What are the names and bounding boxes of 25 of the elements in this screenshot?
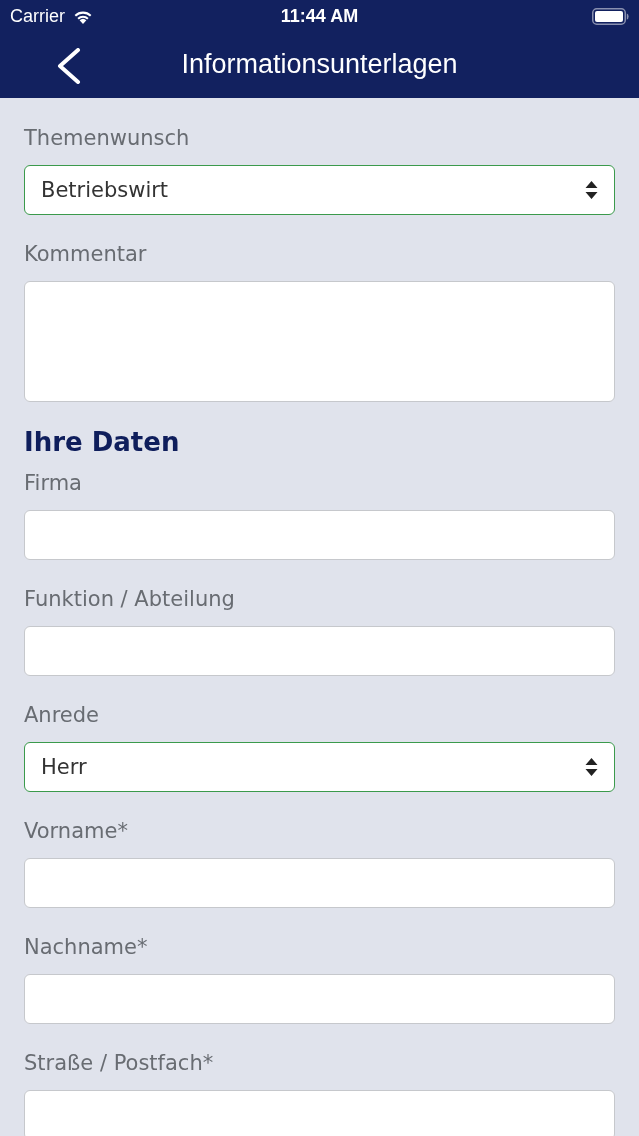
clock-time: 11:44 AM [280, 6, 359, 27]
input-field[interactable] [24, 974, 615, 1024]
input-field[interactable] [24, 510, 615, 560]
carrier-text: Carrier [10, 6, 65, 27]
page-title: Informationsunterlagen [181, 49, 458, 80]
up-down-arrows-icon [585, 757, 598, 777]
field-label: Straße / Postfach* [24, 1051, 214, 1075]
up-down-arrows-icon [585, 180, 598, 200]
field-label: Themenwunsch [24, 126, 190, 150]
field-label: Nachname* [24, 935, 148, 959]
comment-textarea[interactable] [24, 281, 615, 402]
input-field[interactable] [24, 626, 615, 676]
field-label: Anrede [24, 703, 100, 727]
select-field[interactable]: Herr [24, 742, 615, 792]
wifi-icon [73, 9, 93, 24]
battery-icon [592, 8, 629, 25]
select-field[interactable]: Betriebswirt [24, 165, 615, 215]
input-field[interactable] [24, 858, 615, 908]
field-label: Kommentar [24, 242, 147, 266]
field-label: Funktion / Abteilung [24, 587, 235, 611]
field-label: Firma [24, 471, 82, 495]
chevron-left-icon [56, 47, 82, 84]
input-field[interactable] [24, 1090, 615, 1136]
section-heading: Ihre Daten [24, 428, 180, 456]
field-label: Vorname* [24, 819, 128, 843]
